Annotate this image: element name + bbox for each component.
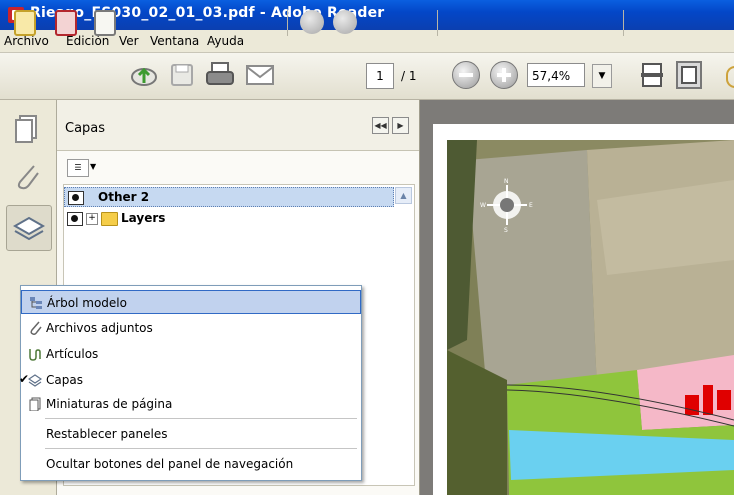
layer-row-other-2[interactable]: Other 2 [64, 187, 394, 207]
layers-icon [12, 216, 46, 241]
toolbar-separator [437, 10, 438, 36]
create-pdf-icon[interactable] [55, 10, 77, 36]
visibility-eye-icon[interactable] [67, 212, 83, 226]
visibility-eye-icon[interactable] [68, 191, 84, 205]
toolbar-separator [623, 10, 624, 36]
zoom-in-icon[interactable] [490, 61, 518, 89]
panel-title: Capas [65, 121, 106, 136]
menu-item-label: Restablecer paneles [46, 427, 168, 441]
save-disk-icon[interactable] [170, 62, 194, 88]
compass-n: N [504, 178, 509, 185]
menu-archivo[interactable]: Archivo [4, 34, 49, 48]
layer-row-layers[interactable]: + Layers [64, 209, 394, 229]
sign-document-icon[interactable] [94, 10, 116, 36]
tree-model-icon [30, 297, 42, 309]
fit-width-icon[interactable] [640, 62, 664, 88]
page-thumbnails-icon [29, 397, 41, 411]
menu-separator [45, 448, 357, 449]
menu-item-label: Capas [46, 373, 83, 387]
menu-edicion[interactable]: Edición [66, 34, 109, 48]
scroll-up-button[interactable]: ▲ [395, 187, 412, 204]
save-copy-icon[interactable] [14, 10, 36, 36]
page-total-label: / 1 [401, 69, 417, 83]
menu-item-miniaturas-de-pagina[interactable]: Miniaturas de página [21, 392, 361, 416]
upload-cloud-icon[interactable] [130, 62, 158, 88]
zoom-level-input[interactable]: 57,4% [527, 63, 585, 87]
menu-item-label: Artículos [46, 347, 99, 361]
options-menu-button[interactable]: ☰ [67, 159, 89, 177]
articles-icon [29, 349, 41, 361]
next-page-icon[interactable] [333, 10, 357, 34]
menu-item-ocultar-botones[interactable]: Ocultar botones del panel de navegación [21, 452, 361, 476]
map-image: N S E W [447, 140, 734, 495]
attachments-icon[interactable] [10, 160, 46, 196]
layer-label: Other 2 [98, 190, 150, 204]
previous-page-icon[interactable] [300, 10, 324, 34]
layers-icon [28, 374, 42, 387]
email-icon[interactable] [245, 64, 275, 86]
menu-ayuda[interactable]: Ayuda [207, 34, 244, 48]
compass-w: W [480, 202, 486, 209]
zoom-out-icon[interactable] [452, 61, 480, 89]
page-number-input[interactable]: 1 [366, 63, 394, 89]
menu-separator [45, 418, 357, 419]
chevron-down-icon[interactable]: ▼ [90, 162, 96, 171]
menu-ventana[interactable]: Ventana [150, 34, 199, 48]
page-thumbnails-icon[interactable] [10, 110, 46, 146]
compass-e: E [529, 202, 533, 209]
menu-item-label: Miniaturas de página [46, 397, 173, 411]
menu-item-archivos-adjuntos[interactable]: Archivos adjuntos [21, 316, 361, 340]
menu-ver[interactable]: Ver [119, 34, 139, 48]
menu-item-label: Archivos adjuntos [46, 321, 153, 335]
panel-header: Capas ◀◀ ▶ [57, 100, 419, 151]
layer-label: Layers [121, 211, 166, 225]
collapse-panel-icon[interactable]: ◀◀ [372, 117, 389, 134]
expand-plus-icon[interactable]: + [86, 213, 98, 225]
menu-item-articulos[interactable]: Artículos [21, 342, 361, 366]
document-view[interactable]: N S E W [420, 100, 734, 495]
window-title: Riesgo_ES030_02_01_03.pdf - Adobe Reader [30, 5, 385, 21]
pdf-page: N S E W [433, 124, 734, 495]
navigation-context-menu: Árbol modelo Archivos adjuntos Artículos… [19, 285, 362, 481]
menu-item-capas[interactable]: ✔ Capas [19, 368, 361, 392]
compass-s: S [504, 227, 508, 234]
menu-item-restablecer-paneles[interactable]: Restablecer paneles [21, 422, 361, 446]
toolbar-separator [287, 10, 288, 36]
menu-item-arbol-modelo[interactable]: Árbol modelo [21, 290, 361, 314]
print-icon[interactable] [205, 61, 235, 89]
search-icon[interactable] [726, 66, 734, 88]
folder-icon [101, 212, 118, 226]
zoom-dropdown-icon[interactable]: ▼ [592, 64, 612, 88]
menu-item-label: Árbol modelo [47, 296, 127, 310]
paperclip-icon [30, 321, 42, 335]
menu-item-label: Ocultar botones del panel de navegación [46, 457, 294, 471]
expand-panel-icon[interactable]: ▶ [392, 117, 409, 134]
fit-page-icon[interactable] [676, 61, 702, 89]
layers-tab[interactable] [6, 205, 52, 251]
